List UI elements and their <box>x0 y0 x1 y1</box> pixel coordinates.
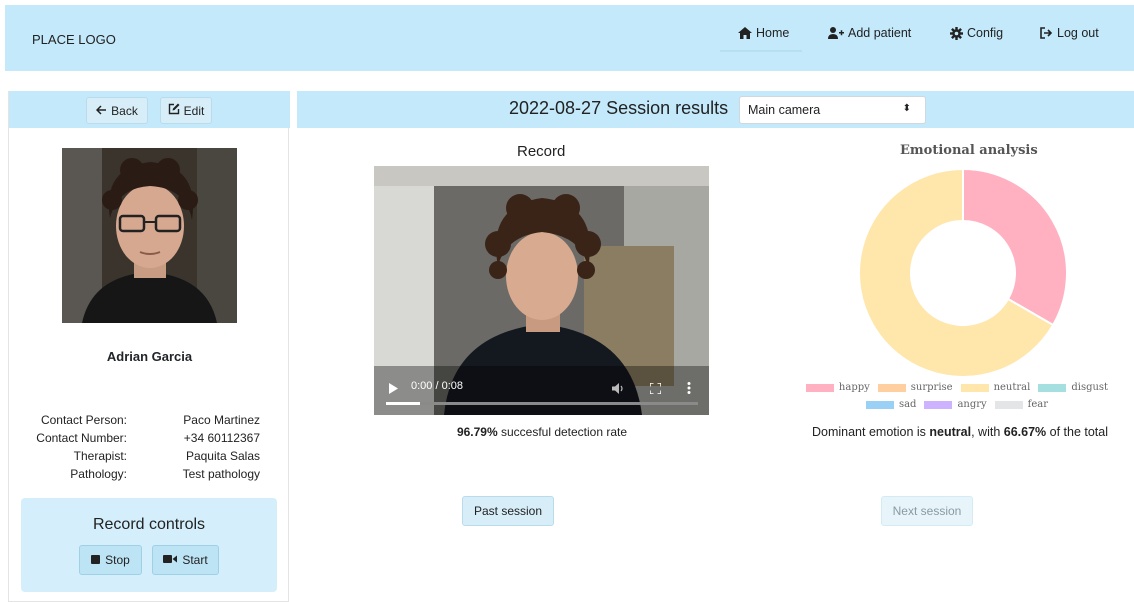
logo-placeholder: PLACE LOGO <box>32 32 116 47</box>
legend-label: neutral <box>993 382 1031 393</box>
back-button[interactable]: Back <box>86 97 148 124</box>
legend-swatch <box>877 383 906 392</box>
nav-config-label: Config <box>967 26 1004 40</box>
nav-logout[interactable]: Log out <box>1040 26 1099 40</box>
video-player[interactable]: 0:00 / 0:08 <box>374 166 709 415</box>
logout-icon <box>1040 27 1053 39</box>
legend-label: fear <box>1027 399 1049 410</box>
dominant-mid: , with <box>971 425 1004 439</box>
nav-add-patient[interactable]: Add patient <box>828 26 911 40</box>
legend-row: happy surprise neutral disgust <box>805 382 1108 393</box>
legend-swatch <box>805 383 834 392</box>
patient-panel-header: Back Edit <box>9 91 290 128</box>
info-value: Test pathology <box>182 467 260 481</box>
record-heading: Record <box>517 143 566 160</box>
detection-rate-text: succesful detection rate <box>497 425 628 439</box>
volume-icon[interactable] <box>612 381 625 399</box>
legend-label: sad <box>898 399 917 410</box>
patient-photo <box>62 148 237 323</box>
legend-label: surprise <box>910 382 953 393</box>
donut-slice-happy[interactable] <box>962 167 1068 327</box>
edit-button-label: Edit <box>183 103 205 118</box>
edit-icon <box>168 103 180 118</box>
emotion-donut-chart <box>858 167 1068 378</box>
dominant-emotion-value: neutral <box>929 425 972 439</box>
home-icon <box>738 27 752 39</box>
legend-swatch <box>924 400 953 409</box>
info-value: Paco Martinez <box>183 413 260 427</box>
legend-item-sad[interactable]: sad <box>865 399 917 410</box>
edit-button[interactable]: Edit <box>160 97 212 124</box>
info-value: Paquita Salas <box>185 449 260 463</box>
info-key: Pathology: <box>70 467 127 481</box>
legend-item-disgust[interactable]: disgust <box>1038 382 1108 393</box>
select-arrows-icon: ⬍ <box>902 103 911 114</box>
stop-button-label: Stop <box>105 553 130 567</box>
more-options-icon[interactable] <box>687 381 691 399</box>
camera-select[interactable]: Main camera ⬍ <box>739 96 926 124</box>
arrow-left-icon <box>96 104 107 118</box>
play-icon[interactable] <box>389 381 398 399</box>
nav-home-label: Home <box>756 26 790 40</box>
video-progress-fill <box>386 402 421 405</box>
info-value: +34 60112367 <box>183 431 260 445</box>
start-button[interactable]: Start <box>152 545 219 575</box>
legend-item-neutral[interactable]: neutral <box>960 382 1031 393</box>
add-user-icon <box>828 27 844 39</box>
nav-logout-label: Log out <box>1057 26 1099 40</box>
record-controls-title: Record controls <box>92 516 206 533</box>
record-controls: Record controls Stop Start <box>21 498 277 592</box>
info-key: Contact Number: <box>36 431 127 445</box>
legend-swatch <box>1038 383 1067 392</box>
dominant-emotion-text: Dominant emotion is neutral, with 66.67%… <box>805 425 1115 439</box>
dominant-prefix: Dominant emotion is <box>811 425 930 439</box>
legend-label: angry <box>957 399 987 410</box>
patient-name: Adrian Garcia <box>106 349 193 364</box>
legend-row: sad angry fear <box>807 399 1107 410</box>
session-header: 2022-08-27 Session results Main camera ⬍ <box>297 91 1134 128</box>
legend-item-fear[interactable]: fear <box>994 399 1049 410</box>
nav-config[interactable]: Config <box>950 26 1003 40</box>
info-key: Contact Person: <box>40 413 127 427</box>
legend-item-happy[interactable]: happy <box>805 382 870 393</box>
video-camera-icon <box>163 553 178 567</box>
session-title: 2022-08-27 Session results <box>509 98 729 118</box>
camera-select-value: Main camera <box>748 103 821 117</box>
nav-add-patient-label: Add patient <box>848 26 912 40</box>
patient-panel: Back Edit Adrian Garcia Contact Person: … <box>8 91 290 602</box>
legend-label: happy <box>838 382 870 393</box>
info-key: Therapist: <box>73 449 127 463</box>
home-active-indicator <box>720 50 802 52</box>
gear-icon <box>950 26 963 40</box>
fullscreen-icon[interactable] <box>649 381 662 399</box>
stop-button[interactable]: Stop <box>79 545 142 575</box>
video-controls: 0:00 / 0:08 <box>374 370 709 415</box>
back-button-label: Back <box>111 103 138 118</box>
legend-swatch <box>994 400 1023 409</box>
legend-swatch <box>960 383 989 392</box>
stop-icon <box>91 553 101 567</box>
legend-item-angry[interactable]: angry <box>924 399 987 410</box>
legend-item-surprise[interactable]: surprise <box>877 382 953 393</box>
next-session-button[interactable]: Next session <box>881 496 973 526</box>
emotion-legend: happy surprise neutral disgust sad angry fear <box>805 382 1108 416</box>
detection-rate-value: 96.79% <box>456 425 498 439</box>
legend-label: disgust <box>1071 382 1109 393</box>
nav-home[interactable]: Home <box>738 26 789 40</box>
video-time: 0:00 / 0:08 <box>411 380 463 392</box>
past-session-button[interactable]: Past session <box>462 496 554 526</box>
dominant-percent: 66.67% <box>1003 425 1047 439</box>
start-button-label: Start <box>182 553 208 567</box>
dominant-suffix: of the total <box>1046 425 1109 439</box>
legend-swatch <box>865 400 894 409</box>
video-progress-bar[interactable] <box>386 402 698 405</box>
emotion-chart-title: Emotional analysis <box>900 143 1038 158</box>
detection-rate: 96.79% succesful detection rate <box>297 425 787 439</box>
session-panel: 2022-08-27 Session results Main camera ⬍… <box>297 91 1134 602</box>
